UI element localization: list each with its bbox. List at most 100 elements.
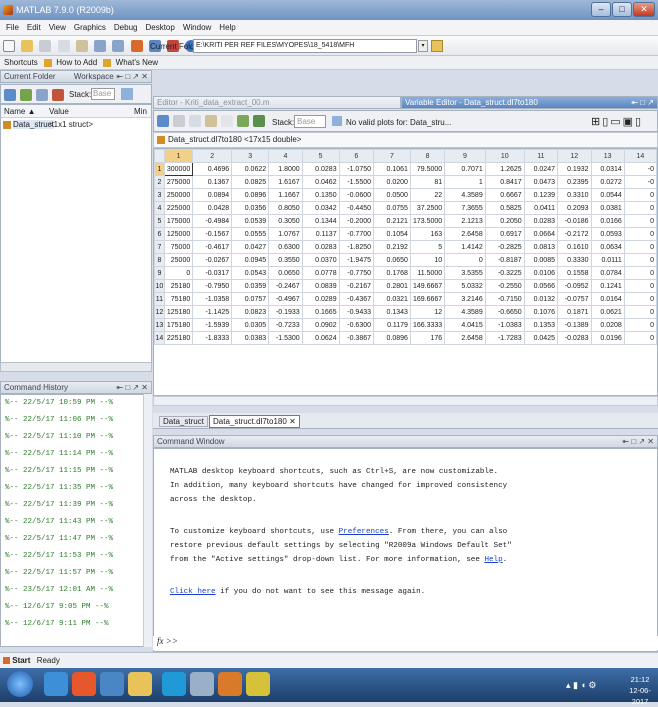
menu-file[interactable]: File: [6, 23, 19, 32]
table-cell[interactable]: 0.1054: [373, 227, 411, 241]
clock[interactable]: 21:12 12-06-2017: [622, 674, 658, 707]
close-tab-icon[interactable]: ✕: [289, 417, 296, 426]
table-cell[interactable]: 0.0555: [231, 227, 270, 241]
table-cell[interactable]: -0: [623, 162, 657, 176]
table-cell[interactable]: 0.0566: [523, 279, 559, 293]
table-cell[interactable]: -1.0750: [338, 162, 375, 176]
table-cell[interactable]: 0.0839: [301, 279, 340, 293]
table-cell[interactable]: 0.0896: [373, 331, 411, 345]
history-entry[interactable]: %-- 22/5/17 11:10 PM --%: [1, 429, 151, 446]
table-cell[interactable]: 81: [409, 175, 446, 189]
table-cell[interactable]: -0.2172: [557, 227, 592, 241]
table-cell[interactable]: -0.3867: [338, 331, 375, 345]
table-cell[interactable]: 0.0622: [231, 162, 270, 176]
table-cell[interactable]: 0.2395: [557, 175, 592, 189]
row-header[interactable]: 1: [154, 162, 165, 176]
table-cell[interactable]: 0.1353: [523, 318, 559, 332]
table-cell[interactable]: 176: [409, 331, 446, 345]
table-cell[interactable]: 0.0305: [231, 318, 270, 332]
table-cell[interactable]: 0.0314: [590, 162, 625, 176]
table-cell[interactable]: -0.0317: [192, 266, 233, 280]
table-cell[interactable]: 0.0755: [373, 201, 411, 215]
table-cell[interactable]: 0.0425: [523, 331, 559, 345]
redo-icon[interactable]: [112, 40, 125, 52]
table-cell[interactable]: -0.2000: [338, 214, 375, 228]
table-cell[interactable]: 0.0664: [523, 227, 559, 241]
table-cell[interactable]: 0.8417: [484, 175, 525, 189]
table-cell[interactable]: 0.1344: [301, 214, 340, 228]
shortcuts-label[interactable]: Shortcuts: [4, 58, 38, 67]
table-cell[interactable]: -1.5939: [192, 318, 233, 332]
table-cell[interactable]: -0.0600: [338, 188, 375, 202]
column-header[interactable]: 5: [301, 149, 340, 163]
table-cell[interactable]: -0.9433: [338, 305, 375, 319]
skype-icon[interactable]: [162, 672, 186, 696]
table-cell[interactable]: 1: [444, 175, 486, 189]
workspace-stack-select[interactable]: Base: [91, 88, 115, 100]
table-cell[interactable]: 4.0415: [444, 318, 486, 332]
current-folder-input[interactable]: E:\KRITI PER REF FILES\MYOPES\18_5418\MF…: [193, 39, 417, 53]
table-cell[interactable]: 0.2192: [373, 240, 411, 254]
column-header[interactable]: 7: [373, 149, 411, 163]
table-cell[interactable]: -1.7283: [484, 331, 525, 345]
minimize-button[interactable]: –: [591, 2, 611, 17]
browse-folder-icon[interactable]: [431, 40, 443, 52]
table-cell[interactable]: 0.6300: [268, 240, 303, 254]
table-cell[interactable]: 0.0356: [231, 201, 270, 215]
table-cell[interactable]: 0: [623, 253, 657, 267]
history-entry[interactable]: %-- 22/5/17 11:14 PM --%: [1, 446, 151, 463]
table-cell[interactable]: 0.0200: [373, 175, 411, 189]
history-entry[interactable]: %-- 22/5/17 11:43 PM --%: [1, 514, 151, 531]
column-header[interactable]: 1: [163, 149, 194, 163]
table-cell[interactable]: 0.1367: [192, 175, 233, 189]
table-cell[interactable]: -0.1933: [268, 305, 303, 319]
table-cell[interactable]: 0.0381: [590, 201, 625, 215]
table-cell[interactable]: 225000: [163, 201, 194, 215]
table-cell[interactable]: 0.0500: [373, 188, 411, 202]
row-header[interactable]: 14: [154, 331, 165, 345]
panel-controls-icon[interactable]: ⇤ □ ↗ ✕: [116, 71, 148, 82]
table-cell[interactable]: 0.0624: [301, 331, 340, 345]
table-cell[interactable]: -1.5500: [338, 175, 375, 189]
table-cell[interactable]: -0.4367: [338, 292, 375, 306]
table-cell[interactable]: 0.0247: [523, 162, 559, 176]
table-cell[interactable]: 0.5825: [484, 201, 525, 215]
column-header[interactable]: 8: [409, 149, 446, 163]
table-cell[interactable]: 0.1137: [301, 227, 340, 241]
table-cell[interactable]: -0.8187: [484, 253, 525, 267]
table-cell[interactable]: 0: [623, 201, 657, 215]
table-cell[interactable]: 75180: [163, 292, 194, 306]
table-cell[interactable]: 79.5000: [409, 162, 446, 176]
tab-current-folder[interactable]: Current Folder: [4, 72, 56, 81]
undo-icon[interactable]: [94, 40, 107, 52]
table-cell[interactable]: -0.4617: [192, 240, 233, 254]
table-cell[interactable]: 2.6458: [444, 331, 486, 345]
table-cell[interactable]: -0.0186: [557, 214, 592, 228]
command-prompt[interactable]: fx >>: [153, 636, 658, 650]
table-cell[interactable]: -0.2467: [268, 279, 303, 293]
table-cell[interactable]: -1.5300: [268, 331, 303, 345]
column-header[interactable]: 2: [192, 149, 233, 163]
table-cell[interactable]: 0.2121: [373, 214, 411, 228]
column-header[interactable]: 12: [557, 149, 592, 163]
history-entry[interactable]: %-- 22/5/17 11:06 PM --%: [1, 412, 151, 429]
table-cell[interactable]: 0.0634: [590, 240, 625, 254]
cut-icon[interactable]: [39, 40, 52, 52]
table-cell[interactable]: 0.1871: [557, 305, 592, 319]
table-cell[interactable]: -0.0283: [557, 331, 592, 345]
table-cell[interactable]: 0.1179: [373, 318, 411, 332]
table-cell[interactable]: -0.7233: [268, 318, 303, 332]
table-cell[interactable]: 5.0332: [444, 279, 486, 293]
table-cell[interactable]: 0.0894: [192, 188, 233, 202]
ie-browser-icon[interactable]: [44, 672, 68, 696]
column-header[interactable]: 3: [231, 149, 270, 163]
table-cell[interactable]: 225180: [163, 331, 194, 345]
row-header[interactable]: 7: [154, 240, 165, 254]
row-header[interactable]: 9: [154, 266, 165, 280]
table-cell[interactable]: 1.8000: [268, 162, 303, 176]
table-cell[interactable]: 0.3050: [268, 214, 303, 228]
table-cell[interactable]: 0: [623, 331, 657, 345]
table-cell[interactable]: -0.0267: [192, 253, 233, 267]
table-cell[interactable]: 0.0462: [301, 175, 340, 189]
table-cell[interactable]: -1.1425: [192, 305, 233, 319]
